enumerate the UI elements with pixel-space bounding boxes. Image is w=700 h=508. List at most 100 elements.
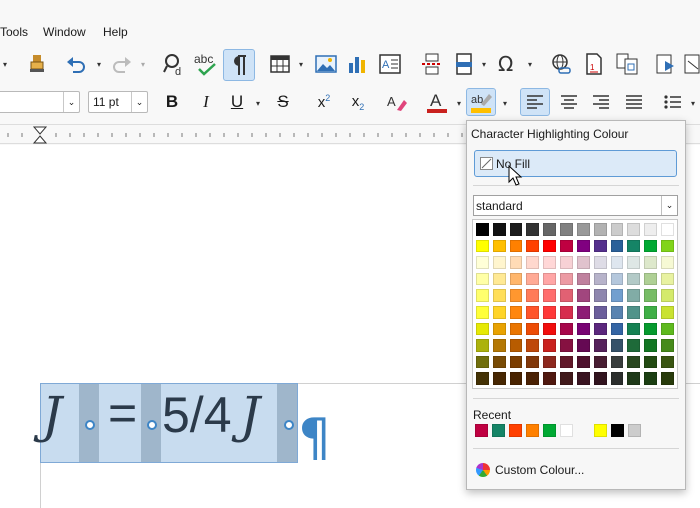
- redo-dropdown[interactable]: ▾: [138, 56, 148, 72]
- color-swatch[interactable]: [576, 306, 590, 319]
- underline-button[interactable]: U: [225, 90, 249, 114]
- color-swatch[interactable]: [593, 355, 607, 369]
- italic-button[interactable]: I: [194, 90, 218, 114]
- superscript-button[interactable]: x2: [311, 90, 337, 114]
- color-swatch[interactable]: [509, 339, 523, 352]
- color-swatch[interactable]: [661, 223, 674, 236]
- insert-field-button[interactable]: [450, 50, 478, 78]
- recent-color-swatch[interactable]: [560, 424, 573, 437]
- color-swatch[interactable]: [644, 272, 658, 286]
- color-swatch[interactable]: [627, 355, 641, 369]
- color-swatch[interactable]: [576, 272, 590, 286]
- color-swatch[interactable]: [526, 339, 540, 352]
- color-swatch[interactable]: [610, 272, 624, 286]
- color-swatch[interactable]: [476, 272, 489, 286]
- color-swatch[interactable]: [509, 239, 523, 253]
- spelling-button[interactable]: abc: [192, 50, 220, 78]
- color-swatch[interactable]: [543, 306, 557, 319]
- color-swatch[interactable]: [560, 256, 573, 269]
- align-right-button[interactable]: [586, 88, 616, 116]
- underline-dropdown[interactable]: ▾: [253, 96, 263, 110]
- color-swatch[interactable]: [476, 372, 489, 385]
- font-color-dropdown[interactable]: ▾: [454, 96, 464, 110]
- insert-footnote-button[interactable]: 1: [580, 50, 608, 78]
- clear-formatting-button[interactable]: A: [384, 90, 410, 114]
- chevron-down-icon[interactable]: ⌄: [63, 92, 79, 112]
- special-character-dropdown[interactable]: ▾: [525, 56, 535, 72]
- color-swatch[interactable]: [661, 372, 674, 385]
- bullet-list-dropdown[interactable]: ▾: [688, 96, 698, 110]
- palette-select[interactable]: standard ⌄: [473, 195, 678, 216]
- color-swatch[interactable]: [509, 355, 523, 369]
- highlighting-color-button[interactable]: ab: [466, 88, 496, 116]
- color-swatch[interactable]: [661, 322, 674, 336]
- color-swatch[interactable]: [627, 223, 641, 236]
- color-swatch[interactable]: [627, 322, 641, 336]
- color-swatch[interactable]: [610, 239, 624, 253]
- color-swatch[interactable]: [526, 289, 540, 302]
- justify-button[interactable]: [619, 88, 649, 116]
- highlighting-color-dropdown[interactable]: ▾: [500, 96, 510, 110]
- color-swatch[interactable]: [627, 272, 641, 286]
- color-swatch[interactable]: [526, 306, 540, 319]
- recent-color-swatch[interactable]: [475, 424, 488, 437]
- color-swatch[interactable]: [661, 339, 674, 352]
- color-swatch[interactable]: [476, 339, 489, 352]
- color-swatch[interactable]: [576, 256, 590, 269]
- bullet-list-button[interactable]: [660, 88, 686, 116]
- color-swatch[interactable]: [610, 289, 624, 302]
- color-swatch[interactable]: [610, 223, 624, 236]
- color-swatch[interactable]: [492, 223, 506, 236]
- recent-color-swatch[interactable]: [628, 424, 641, 437]
- color-swatch[interactable]: [543, 322, 557, 336]
- color-swatch[interactable]: [543, 355, 557, 369]
- color-swatch[interactable]: [560, 339, 573, 352]
- color-swatch[interactable]: [509, 272, 523, 286]
- color-swatch[interactable]: [476, 223, 489, 236]
- color-swatch[interactable]: [644, 289, 658, 302]
- color-swatch[interactable]: [576, 289, 590, 302]
- color-swatch[interactable]: [560, 289, 573, 302]
- recent-color-swatch[interactable]: [526, 424, 539, 437]
- menu-tools[interactable]: Tools: [0, 25, 28, 39]
- bold-button[interactable]: B: [160, 90, 184, 114]
- color-swatch[interactable]: [526, 355, 540, 369]
- track-changes-button[interactable]: [684, 50, 700, 78]
- color-swatch[interactable]: [644, 355, 658, 369]
- color-swatch[interactable]: [526, 272, 540, 286]
- indent-marker-icon[interactable]: [33, 126, 47, 145]
- font-color-button[interactable]: A: [422, 88, 452, 116]
- color-swatch[interactable]: [526, 256, 540, 269]
- insert-cross-reference-button[interactable]: [613, 50, 641, 78]
- color-swatch[interactable]: [492, 272, 506, 286]
- color-swatch[interactable]: [560, 223, 573, 236]
- strikethrough-button[interactable]: S: [271, 90, 295, 114]
- color-swatch[interactable]: [661, 256, 674, 269]
- color-swatch[interactable]: [543, 372, 557, 385]
- color-swatch[interactable]: [644, 239, 658, 253]
- color-swatch[interactable]: [610, 256, 624, 269]
- color-swatch[interactable]: [509, 289, 523, 302]
- color-swatch[interactable]: [644, 223, 658, 236]
- color-swatch[interactable]: [661, 355, 674, 369]
- color-swatch[interactable]: [492, 306, 506, 319]
- menu-help[interactable]: Help: [103, 25, 128, 39]
- color-swatch[interactable]: [610, 372, 624, 385]
- color-swatch[interactable]: [509, 322, 523, 336]
- color-swatch[interactable]: [593, 272, 607, 286]
- color-swatch[interactable]: [644, 256, 658, 269]
- color-swatch[interactable]: [644, 306, 658, 319]
- recent-color-swatch[interactable]: [594, 424, 607, 437]
- color-swatch[interactable]: [627, 256, 641, 269]
- color-swatch[interactable]: [593, 372, 607, 385]
- color-swatch[interactable]: [576, 239, 590, 253]
- color-swatch[interactable]: [492, 256, 506, 269]
- color-swatch[interactable]: [593, 256, 607, 269]
- color-swatch[interactable]: [476, 322, 489, 336]
- color-swatch[interactable]: [476, 306, 489, 319]
- chevron-down-icon[interactable]: ▾: [0, 56, 10, 72]
- color-swatch[interactable]: [661, 289, 674, 302]
- color-swatch[interactable]: [476, 355, 489, 369]
- align-center-button[interactable]: [554, 88, 584, 116]
- color-swatch[interactable]: [593, 289, 607, 302]
